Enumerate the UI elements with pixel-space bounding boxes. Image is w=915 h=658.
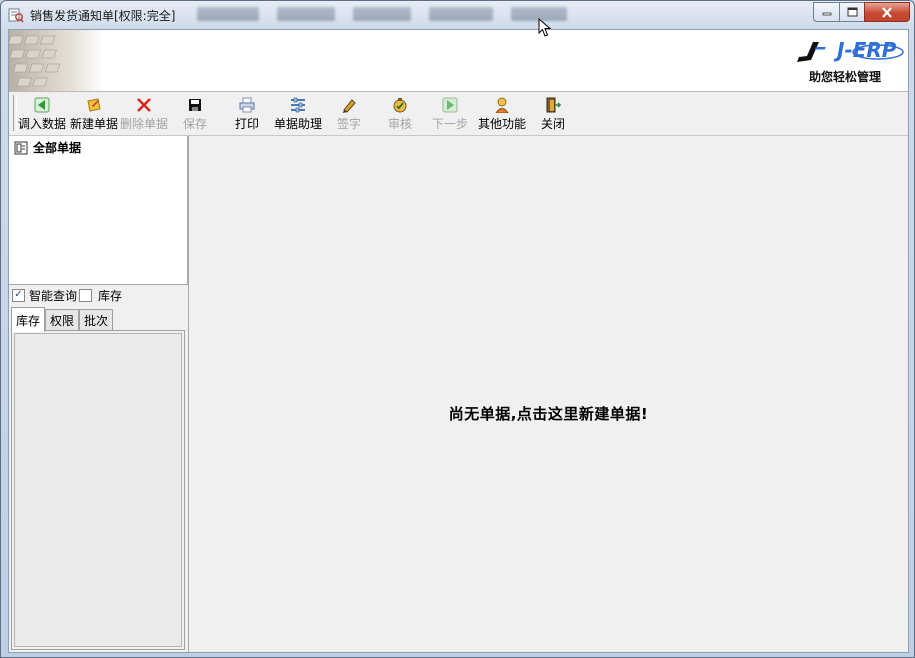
header-banner: J-ERP 助您轻松管理 bbox=[9, 30, 908, 92]
toolbar-label: 审核 bbox=[388, 117, 413, 131]
save-button[interactable]: 保存 bbox=[183, 97, 207, 133]
empty-state-message[interactable]: 尚无单据,点击这里新建单据! bbox=[189, 403, 908, 424]
tab-panel bbox=[11, 330, 185, 650]
tab-batch[interactable]: 批次 bbox=[79, 309, 114, 331]
next-step-icon bbox=[442, 97, 458, 113]
tree-node-all-documents[interactable]: 全部单据 bbox=[14, 139, 81, 156]
tab-permissions[interactable]: 权限 bbox=[45, 309, 80, 331]
close-window-button[interactable] bbox=[864, 2, 910, 22]
new-document-icon bbox=[87, 98, 101, 112]
print-button[interactable]: 打印 bbox=[235, 97, 259, 133]
toolbar-label: 关闭 bbox=[541, 117, 566, 131]
smart-query-checkbox[interactable]: ✓ bbox=[12, 288, 25, 302]
minimize-icon bbox=[822, 12, 831, 16]
delete-icon bbox=[137, 98, 151, 112]
maximize-icon bbox=[847, 7, 857, 17]
toolbar-label: 下一步 bbox=[432, 117, 469, 131]
window-title: 销售发货通知单[权限:完全] bbox=[30, 9, 176, 23]
maximize-button[interactable] bbox=[839, 2, 864, 22]
audit-icon bbox=[393, 98, 407, 113]
close-icon bbox=[882, 6, 892, 18]
tab-label: 权限 bbox=[50, 314, 75, 328]
assistant-icon bbox=[291, 97, 305, 113]
toolbar-label: 保存 bbox=[183, 117, 208, 131]
minimize-button[interactable] bbox=[813, 2, 839, 22]
sign-icon bbox=[343, 99, 356, 113]
toolbar-label: 签字 bbox=[337, 117, 362, 131]
document-area[interactable]: 尚无单据,点击这里新建单据! bbox=[188, 136, 908, 652]
app-icon bbox=[8, 7, 24, 23]
title-bar[interactable]: 销售发货通知单[权限:完全] bbox=[1, 1, 914, 29]
tab-label: 批次 bbox=[84, 314, 109, 328]
toolbar-label: 调入数据 bbox=[18, 117, 67, 131]
checkmark-icon: ✓ bbox=[14, 289, 23, 300]
toolbar: 调入数据 新建单据 删除单据 保存 打印 单据助理 签字 审核 下一步 其他功能… bbox=[9, 92, 908, 136]
document-assistant-button[interactable]: 单据助理 bbox=[274, 97, 322, 133]
blurred-taskbar-area bbox=[197, 7, 567, 21]
close-button[interactable]: 关闭 bbox=[541, 97, 565, 133]
document-tree: 全部单据 bbox=[9, 136, 188, 285]
delete-document-button[interactable]: 删除单据 bbox=[120, 97, 168, 133]
tree-node-label: 全部单据 bbox=[33, 141, 82, 155]
toolbar-label: 新建单据 bbox=[70, 117, 119, 131]
new-document-button[interactable]: 新建单据 bbox=[70, 97, 118, 133]
tab-stock[interactable]: 库存 bbox=[11, 307, 46, 332]
client-area: J-ERP 助您轻松管理 调入数据 新建单据 删除单据 保存 打印 单据助理 签… bbox=[8, 29, 909, 653]
print-icon bbox=[239, 97, 255, 113]
tab-strip: 库存 权限 批次 bbox=[11, 307, 114, 332]
keyboard-image bbox=[9, 30, 104, 91]
toolbar-label: 删除单据 bbox=[120, 117, 169, 131]
stock-label: 库存 bbox=[98, 288, 123, 303]
app-window: 销售发货通知单[权限:完全] J-ERP 助您轻松管理 调入数据 新建单据 删除… bbox=[0, 0, 915, 658]
other-functions-button[interactable]: 其他功能 bbox=[478, 97, 526, 133]
next-step-button[interactable]: 下一步 bbox=[432, 97, 468, 133]
smart-query-label: 智能查询 bbox=[29, 288, 78, 303]
document-folder-icon bbox=[14, 141, 28, 154]
query-options: ✓ 智能查询 库存 bbox=[9, 285, 187, 305]
other-functions-icon bbox=[495, 97, 509, 113]
audit-button[interactable]: 审核 bbox=[388, 97, 412, 133]
tab-label: 库存 bbox=[16, 313, 41, 328]
toolbar-grip[interactable] bbox=[13, 95, 17, 131]
import-data-button[interactable]: 调入数据 bbox=[18, 97, 66, 133]
brand-logo: J-ERP 助您轻松管理 bbox=[793, 38, 908, 84]
stock-checkbox[interactable] bbox=[79, 288, 93, 302]
toolbar-label: 其他功能 bbox=[478, 117, 527, 131]
save-icon bbox=[189, 99, 201, 111]
toolbar-label: 单据助理 bbox=[274, 117, 323, 131]
window-controls bbox=[813, 2, 910, 22]
toolbar-label: 打印 bbox=[235, 117, 260, 131]
exit-icon bbox=[546, 97, 561, 113]
sign-button[interactable]: 签字 bbox=[337, 97, 361, 133]
mouse-cursor-icon bbox=[538, 18, 552, 37]
brand-slogan: 助您轻松管理 bbox=[809, 70, 882, 84]
import-icon bbox=[34, 97, 50, 113]
tab-panel-content bbox=[14, 333, 182, 647]
